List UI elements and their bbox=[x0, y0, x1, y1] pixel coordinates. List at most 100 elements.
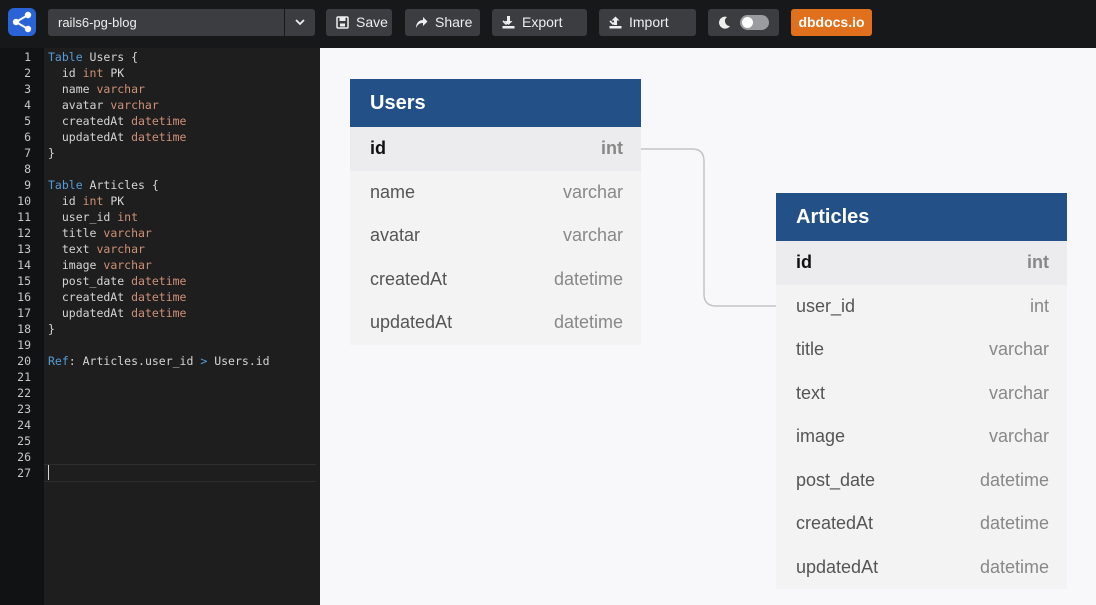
code-type: datetime bbox=[131, 290, 187, 304]
code-text: PK bbox=[103, 194, 125, 208]
line-number: 12 bbox=[17, 226, 31, 240]
app-logo-icon[interactable] bbox=[8, 8, 36, 36]
column-row[interactable]: post_date datetime bbox=[776, 459, 1067, 503]
code-line[interactable]: id int PK bbox=[48, 193, 124, 209]
column-row[interactable]: id int bbox=[776, 241, 1067, 285]
code-text: } bbox=[48, 322, 55, 336]
code-type: varchar bbox=[96, 242, 145, 256]
export-label: Export bbox=[522, 14, 563, 30]
table-header[interactable]: Users bbox=[350, 79, 641, 127]
table-articles[interactable]: Articles id int user_id int title varchar text… bbox=[776, 193, 1067, 589]
column-row[interactable]: name varchar bbox=[350, 171, 641, 215]
diagram-canvas[interactable]: Users id int name varchar avatar varchar creat… bbox=[320, 48, 1096, 605]
code-line[interactable]: createdAt datetime bbox=[48, 113, 187, 129]
column-row[interactable]: user_id int bbox=[776, 285, 1067, 329]
column-row[interactable]: image varchar bbox=[776, 415, 1067, 459]
code-editor[interactable]: 1 2 3 4 5 6 7 8 9 10 11 12 13 14 15 16 17 18 19 20 21 22 23 24 2… bbox=[0, 48, 320, 605]
column-type: datetime bbox=[979, 513, 1049, 533]
column-row[interactable]: createdAt datetime bbox=[350, 258, 641, 302]
line-number: 22 bbox=[17, 386, 31, 400]
line-number: 9 bbox=[24, 178, 31, 192]
project-dropdown-button[interactable] bbox=[285, 9, 315, 36]
code-type: datetime bbox=[131, 306, 187, 320]
column-row[interactable]: id int bbox=[350, 127, 641, 171]
line-number: 8 bbox=[24, 162, 31, 176]
code-line[interactable]: updatedAt datetime bbox=[48, 129, 187, 145]
column-row[interactable]: title varchar bbox=[776, 328, 1067, 372]
line-number: 4 bbox=[24, 98, 31, 112]
code-type: varchar bbox=[110, 98, 159, 112]
line-number: 15 bbox=[17, 274, 31, 288]
code-text: image bbox=[48, 258, 104, 272]
code-line[interactable]: Ref: Articles.user_id > Users.id bbox=[48, 353, 270, 369]
line-number: 21 bbox=[17, 370, 31, 384]
code-text: createdAt bbox=[48, 290, 132, 304]
column-type: int bbox=[1029, 295, 1049, 316]
code-line[interactable]: createdAt datetime bbox=[48, 289, 187, 305]
code-keyword: Table bbox=[48, 178, 83, 192]
code-line[interactable]: } bbox=[48, 321, 55, 337]
code-line[interactable]: post_date datetime bbox=[48, 273, 187, 289]
code-text: : Articles.user_id bbox=[68, 354, 201, 368]
column-list: id int user_id int title varchar text varchar im… bbox=[776, 241, 1067, 589]
column-name: image bbox=[796, 426, 846, 446]
code-text: } bbox=[48, 146, 55, 160]
code-line[interactable]: image varchar bbox=[48, 257, 152, 273]
line-number: 24 bbox=[17, 418, 31, 432]
line-number: 3 bbox=[24, 82, 31, 96]
code-type: int bbox=[82, 194, 104, 208]
line-number: 23 bbox=[17, 402, 31, 416]
code-text: Users { bbox=[82, 50, 139, 64]
code-type: int bbox=[117, 210, 139, 224]
column-type: varchar bbox=[562, 181, 623, 202]
line-number: 18 bbox=[17, 322, 31, 336]
column-name: updatedAt bbox=[796, 556, 879, 577]
line-number: 7 bbox=[24, 146, 31, 160]
code-line[interactable]: } bbox=[48, 145, 55, 161]
column-row[interactable]: avatar varchar bbox=[350, 214, 641, 258]
share-button[interactable]: Share bbox=[405, 9, 480, 36]
code-text: createdAt bbox=[48, 114, 132, 128]
save-button[interactable]: Save bbox=[326, 9, 392, 36]
column-row[interactable]: createdAt datetime bbox=[776, 502, 1067, 546]
line-number: 26 bbox=[17, 450, 31, 464]
column-row[interactable]: text varchar bbox=[776, 372, 1067, 416]
line-number: 6 bbox=[24, 130, 31, 144]
column-name: text bbox=[796, 382, 826, 403]
column-name: updatedAt bbox=[370, 312, 453, 332]
column-type: int bbox=[601, 138, 623, 158]
chevron-down-icon bbox=[502, 20, 510, 26]
moon-icon bbox=[719, 16, 730, 29]
column-row[interactable]: updatedAt datetime bbox=[776, 546, 1067, 590]
share-icon bbox=[416, 17, 428, 28]
toggle-switch[interactable] bbox=[740, 15, 769, 30]
project-name-field[interactable]: rails6-pg-blog bbox=[48, 9, 284, 36]
code-line[interactable]: user_id int bbox=[48, 209, 138, 225]
code-line[interactable]: id int PK bbox=[48, 65, 124, 81]
import-button[interactable]: Import bbox=[599, 9, 696, 36]
export-button[interactable]: Export bbox=[492, 9, 587, 36]
column-type: datetime bbox=[979, 556, 1049, 577]
chevron-down-icon bbox=[295, 19, 305, 26]
table-users[interactable]: Users id int name varchar avatar varchar creat… bbox=[350, 79, 641, 345]
code-line[interactable]: title varchar bbox=[48, 225, 152, 241]
column-name: id bbox=[370, 138, 386, 158]
theme-toggle[interactable] bbox=[708, 9, 779, 36]
code-line[interactable]: updatedAt datetime bbox=[48, 305, 187, 321]
code-text: id bbox=[48, 194, 83, 208]
table-header[interactable]: Articles bbox=[776, 193, 1067, 241]
code-line[interactable]: Table Users { bbox=[48, 49, 138, 65]
column-name: name bbox=[370, 181, 416, 202]
column-type: int bbox=[1027, 252, 1049, 272]
line-number: 11 bbox=[17, 210, 31, 224]
code-text: Users.id bbox=[207, 354, 270, 368]
code-line[interactable]: Table Articles { bbox=[48, 177, 159, 193]
top-toolbar: rails6-pg-blog Save Share Export Import … bbox=[0, 0, 1096, 48]
line-number-gutter: 1 2 3 4 5 6 7 8 9 10 11 12 13 14 15 16 17 18 19 20 21 22 23 24 2… bbox=[0, 48, 44, 605]
current-line-highlight bbox=[44, 464, 316, 482]
dbdocs-button[interactable]: dbdocs.io bbox=[791, 9, 872, 36]
code-line[interactable]: text varchar bbox=[48, 241, 145, 257]
code-line[interactable]: name varchar bbox=[48, 81, 145, 97]
code-line[interactable]: avatar varchar bbox=[48, 97, 159, 113]
column-row[interactable]: updatedAt datetime bbox=[350, 301, 641, 345]
